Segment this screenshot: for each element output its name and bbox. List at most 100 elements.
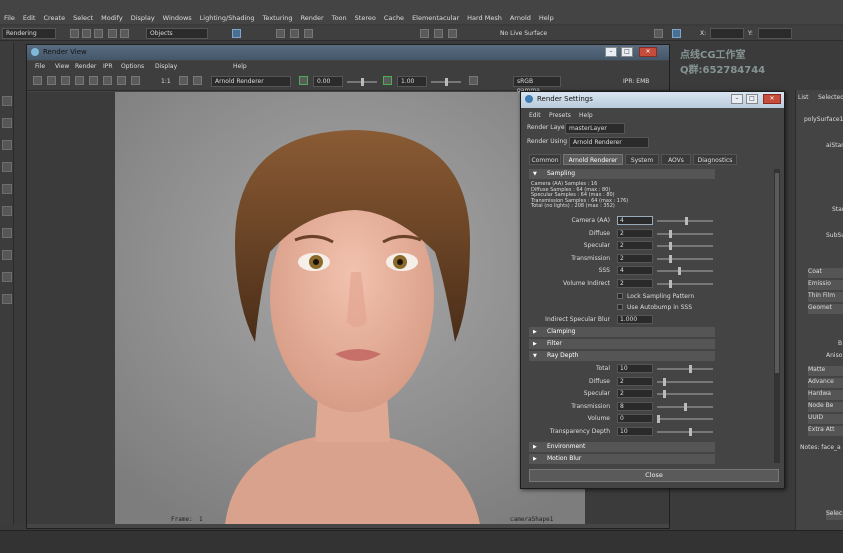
sampling-slider[interactable]: [657, 217, 713, 225]
remove-image-icon[interactable]: [193, 76, 202, 85]
main-menu-display[interactable]: Display: [131, 14, 155, 22]
tab-diagnostics[interactable]: Diagnostics: [693, 154, 737, 165]
main-menu-hard-mesh[interactable]: Hard Mesh: [467, 14, 502, 22]
zoom-ratio-label[interactable]: 1:1: [161, 78, 171, 85]
ipr-icon[interactable]: [47, 76, 56, 85]
ray-depth-slider[interactable]: [657, 390, 713, 398]
main-menu-lighting-shading[interactable]: Lighting/Shading: [200, 14, 255, 22]
rs-menu-presets[interactable]: Presets: [549, 112, 571, 119]
layout-outliner-icon[interactable]: [2, 294, 12, 304]
rv-menu-display[interactable]: Display: [155, 63, 177, 70]
render-view-titlebar[interactable]: Render View – □ ✕: [27, 45, 669, 60]
ae-section-hardware[interactable]: Hardwa: [808, 390, 843, 400]
ray-depth-slider[interactable]: [657, 377, 713, 386]
slider-knob[interactable]: [689, 427, 692, 436]
ray-depth-slider[interactable]: [657, 365, 713, 373]
tab-common[interactable]: Common: [529, 154, 561, 165]
display-rgb-icon[interactable]: [103, 76, 112, 85]
ae-selected-menu[interactable]: Selected: [818, 94, 843, 104]
render-frame-icon[interactable]: [420, 29, 429, 38]
ray-depth-slider[interactable]: [657, 427, 713, 436]
render-settings-titlebar[interactable]: Render Settings – □ ✕: [521, 92, 784, 108]
rv-menu-options[interactable]: Options: [121, 63, 144, 70]
transform-mode-icon[interactable]: [672, 29, 681, 38]
maximize-icon[interactable]: □: [746, 94, 758, 104]
slider-knob[interactable]: [663, 390, 666, 398]
main-menu-render[interactable]: Render: [301, 14, 324, 22]
sampling-slider[interactable]: [657, 229, 713, 238]
layout-four-icon[interactable]: [2, 250, 12, 260]
move-tool-icon[interactable]: [2, 162, 12, 172]
slider-knob[interactable]: [678, 267, 681, 275]
slider-knob[interactable]: [685, 217, 688, 225]
sampling-slider[interactable]: [657, 242, 713, 250]
main-menu-windows[interactable]: Windows: [163, 14, 192, 22]
keep-image-icon[interactable]: [179, 76, 188, 85]
sampling-slider[interactable]: [657, 254, 713, 263]
indirect-blur-field[interactable]: 1.000: [617, 315, 653, 324]
scale-tool-icon[interactable]: [2, 206, 12, 216]
section-motion-blur[interactable]: Motion Blur: [529, 454, 715, 464]
layout-single-icon[interactable]: [2, 228, 12, 238]
sampling-value-field[interactable]: 2: [617, 228, 653, 238]
ipr-render-icon[interactable]: [434, 29, 443, 38]
redo-render-icon[interactable]: [33, 76, 42, 85]
sampling-value-field[interactable]: 2: [617, 253, 653, 263]
layout-side-icon[interactable]: [2, 272, 12, 282]
gamma-icon[interactable]: [383, 76, 392, 85]
slider-knob[interactable]: [669, 229, 672, 238]
minimize-icon[interactable]: –: [731, 94, 743, 104]
rv-menu-render[interactable]: Render: [75, 63, 96, 70]
tab-arnold-renderer[interactable]: Arnold Renderer: [563, 154, 623, 165]
sampling-value-field[interactable]: 2: [617, 278, 653, 288]
snap-point-icon[interactable]: [304, 29, 313, 38]
select-by-hierarchy-icon[interactable]: [232, 29, 241, 38]
section-sampling[interactable]: Sampling: [529, 169, 715, 179]
close-icon[interactable]: ✕: [639, 47, 657, 57]
ae-section-advanced[interactable]: Advance: [808, 378, 843, 388]
open-scene-icon[interactable]: [82, 29, 91, 38]
main-menu-file[interactable]: File: [4, 14, 15, 22]
ae-section-emission[interactable]: Emissio: [808, 280, 843, 290]
rv-menu-file[interactable]: File: [35, 63, 45, 70]
sampling-value-field[interactable]: 4: [617, 216, 653, 225]
minimize-icon[interactable]: –: [605, 47, 617, 57]
render-layer-dropdown[interactable]: masterLayer: [565, 123, 625, 134]
ae-section-coat[interactable]: Coat: [808, 268, 843, 278]
close-icon[interactable]: ✕: [763, 94, 781, 104]
rv-menu-view[interactable]: View: [55, 63, 69, 70]
render-canvas[interactable]: Frame: 1 cameraShape1: [115, 92, 585, 524]
ray-depth-value-field[interactable]: 2: [617, 389, 653, 398]
ray-depth-value-field[interactable]: 2: [617, 376, 653, 386]
sidebar-toggle-icon[interactable]: [654, 29, 663, 38]
main-menu-create[interactable]: Create: [43, 14, 65, 22]
render-using-dropdown[interactable]: Arnold Renderer: [569, 137, 649, 148]
main-menu-edit[interactable]: Edit: [23, 14, 36, 22]
main-menu-stereo[interactable]: Stereo: [355, 14, 376, 22]
section-environment[interactable]: Environment: [529, 442, 715, 452]
sampling-value-field[interactable]: 4: [617, 266, 653, 275]
snapshot-icon[interactable]: [89, 76, 98, 85]
slider-knob[interactable]: [669, 279, 672, 288]
select-tool-icon[interactable]: [2, 96, 12, 106]
main-menu-cache[interactable]: Cache: [384, 14, 404, 22]
rv-menu-ipr[interactable]: IPR: [103, 63, 113, 70]
x-coord-field[interactable]: [710, 28, 744, 39]
new-scene-icon[interactable]: [70, 29, 79, 38]
ae-section-matte[interactable]: Matte: [808, 366, 843, 376]
ray-depth-slider[interactable]: [657, 402, 713, 411]
slider-knob[interactable]: [669, 242, 672, 250]
colorspace-dropdown[interactable]: sRGB gamma: [513, 76, 561, 94]
section-ray-depth[interactable]: Ray Depth: [529, 351, 715, 361]
rotate-tool-icon[interactable]: [2, 184, 12, 194]
main-menu-help[interactable]: Help: [539, 14, 554, 22]
y-coord-field[interactable]: [758, 28, 792, 39]
ae-section-thin-film[interactable]: Thin Film: [808, 292, 843, 302]
snap-curve-icon[interactable]: [290, 29, 299, 38]
main-menu-elementacular[interactable]: Elementacular: [412, 14, 459, 22]
ray-depth-slider[interactable]: [657, 415, 713, 423]
rv-menu-help[interactable]: Help: [233, 63, 247, 70]
exposure-field[interactable]: 0.00: [313, 76, 343, 87]
exposure-slider[interactable]: [347, 78, 377, 86]
renderer-dropdown[interactable]: Arnold Renderer: [211, 76, 291, 87]
